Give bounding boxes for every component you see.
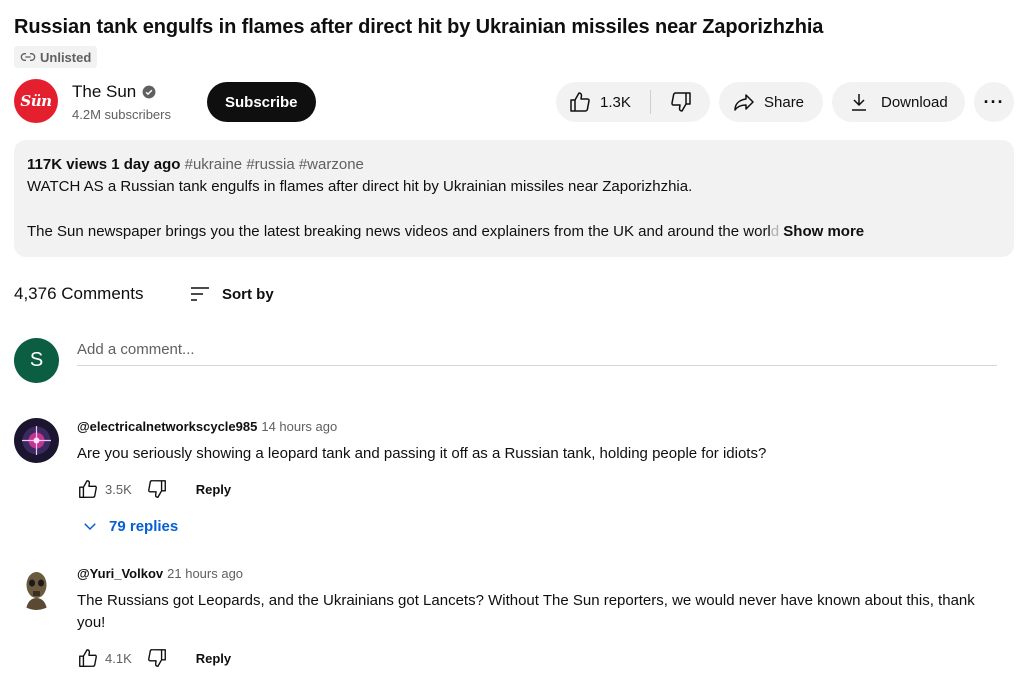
- comment-header: @electricalnetworkscycle985 14 hours ago: [77, 418, 1007, 436]
- download-label: Download: [881, 93, 948, 111]
- comment-text: The Russians got Leopards, and the Ukrai…: [77, 592, 975, 631]
- channel-name-row: The Sun: [72, 82, 156, 102]
- thumbs-up-icon: [79, 649, 97, 667]
- visibility-badge: Unlisted: [14, 46, 98, 68]
- thumbs-up-icon: [79, 480, 97, 498]
- description-box[interactable]: 117K views 1 day ago #ukraine #russia #w…: [14, 140, 1014, 257]
- sort-icon: [191, 287, 209, 301]
- share-label: Share: [764, 93, 805, 111]
- dislike-button[interactable]: [651, 82, 710, 122]
- comment-dislike-button[interactable]: [146, 478, 168, 500]
- video-title: Russian tank engulfs in flames after dir…: [14, 16, 824, 38]
- chevron-down-icon: [84, 523, 96, 531]
- thumbs-up-icon: [570, 92, 590, 112]
- reply-button[interactable]: Reply: [196, 651, 231, 666]
- like-button[interactable]: 1.3K: [556, 82, 650, 122]
- comment-body: @electricalnetworkscycle985 14 hours ago …: [77, 418, 1007, 535]
- thumbs-down-icon: [147, 480, 166, 498]
- verified-icon: [142, 85, 156, 99]
- subscribe-button[interactable]: Subscribe: [207, 82, 316, 122]
- commenter-avatar[interactable]: [14, 565, 59, 610]
- comment-actions: 3.5K Reply: [77, 477, 1007, 501]
- view-replies-button[interactable]: 79 replies: [81, 517, 1007, 535]
- like-dislike-group: 1.3K: [556, 82, 710, 122]
- commenter-avatar[interactable]: [14, 418, 59, 463]
- visibility-label: Unlisted: [40, 49, 92, 65]
- comment-author[interactable]: @Yuri_Volkov: [77, 566, 163, 581]
- channel-logo-text: Sün: [20, 92, 52, 110]
- download-button[interactable]: Download: [832, 82, 965, 122]
- channel-avatar[interactable]: Sün: [14, 79, 58, 123]
- sort-label: Sort by: [222, 285, 274, 303]
- sort-by-button[interactable]: Sort by: [188, 282, 274, 306]
- comment-time[interactable]: 21 hours ago: [167, 566, 243, 581]
- more-icon: ···: [983, 91, 1005, 112]
- more-actions-button[interactable]: ···: [974, 82, 1014, 122]
- share-button[interactable]: Share: [719, 82, 823, 122]
- reply-button[interactable]: Reply: [196, 482, 231, 497]
- comment-text: Are you seriously showing a leopard tank…: [77, 445, 767, 462]
- share-icon: [734, 94, 754, 111]
- add-comment-input[interactable]: Add a comment...: [77, 340, 997, 366]
- description-fade-text: d: [770, 223, 780, 240]
- like-count: 1.3K: [600, 93, 631, 111]
- user-avatar-letter: S: [29, 349, 44, 371]
- description-meta: 117K views 1 day ago #ukraine #russia #w…: [27, 154, 1001, 176]
- comment-time[interactable]: 14 hours ago: [261, 419, 337, 434]
- comment-dislike-button[interactable]: [146, 647, 168, 669]
- hashtags[interactable]: #ukraine #russia #warzone: [185, 156, 364, 173]
- comment-like-count: 4.1K: [105, 650, 132, 666]
- description-line-2: The Sun newspaper brings you the latest …: [27, 221, 1001, 243]
- subscriber-count: 4.2M subscribers: [72, 107, 171, 122]
- view-count: 117K views: [27, 156, 108, 173]
- channel-name[interactable]: The Sun: [72, 82, 136, 102]
- upload-age: 1 day ago: [111, 156, 181, 173]
- replies-count: 79 replies: [109, 517, 179, 535]
- comment-body: @Yuri_Volkov 21 hours ago The Russians go…: [77, 565, 1007, 670]
- description-line-1: WATCH AS a Russian tank engulfs in flame…: [27, 178, 693, 195]
- comment-like-button[interactable]: 4.1K: [77, 647, 132, 669]
- comment-header: @Yuri_Volkov 21 hours ago: [77, 565, 1007, 583]
- comment-like-button[interactable]: 3.5K: [77, 478, 132, 500]
- comments-header: 4,376 Comments Sort by: [14, 284, 274, 304]
- download-icon: [852, 94, 866, 111]
- comment-count: 4,376 Comments: [14, 284, 144, 303]
- thumbs-down-icon: [670, 92, 691, 112]
- comment-actions: 4.1K Reply: [77, 646, 1007, 670]
- description-text: The Sun newspaper brings you the latest …: [27, 223, 771, 240]
- link-icon: [20, 53, 36, 61]
- commenter-avatar-image: [14, 418, 59, 463]
- comment-author[interactable]: @electricalnetworkscycle985: [77, 419, 257, 434]
- thumbs-down-icon: [147, 649, 166, 667]
- commenter-avatar-image: [14, 565, 59, 610]
- show-more-link[interactable]: Show more: [783, 223, 864, 240]
- comment-like-count: 3.5K: [105, 481, 132, 497]
- user-avatar: S: [14, 338, 59, 383]
